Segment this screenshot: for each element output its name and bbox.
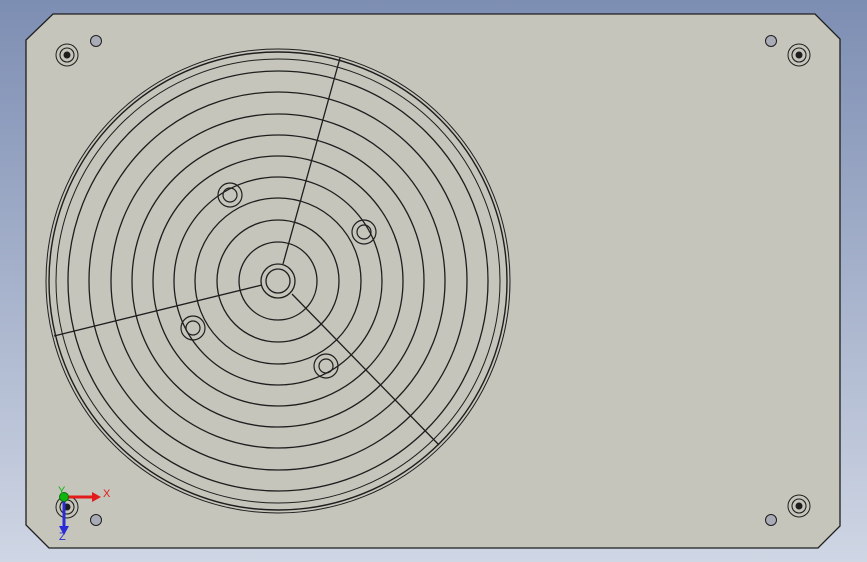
cad-viewport[interactable]: X Y Z bbox=[0, 0, 867, 562]
pin-hole-top-right[interactable] bbox=[765, 35, 777, 47]
center-bore[interactable] bbox=[260, 263, 296, 299]
pin-hole-top-left[interactable] bbox=[90, 35, 102, 47]
x-axis-label: X bbox=[103, 488, 111, 500]
pin-hole-bottom-left[interactable] bbox=[90, 514, 102, 526]
plate-face[interactable] bbox=[25, 13, 841, 549]
model-view[interactable]: X Y Z bbox=[0, 0, 867, 562]
y-axis-label: Y bbox=[58, 485, 66, 497]
z-axis-label: Z bbox=[59, 531, 66, 543]
pin-hole-bottom-right[interactable] bbox=[765, 514, 777, 526]
